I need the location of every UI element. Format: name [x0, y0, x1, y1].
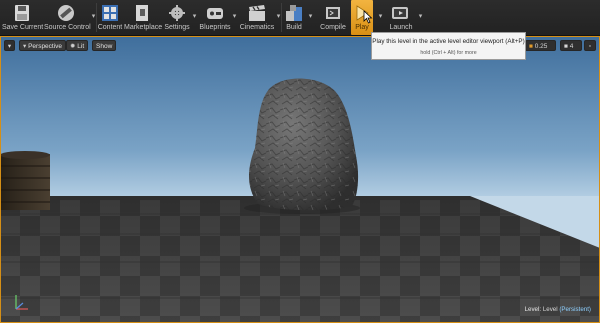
chevron-down-icon: ▾ — [7, 43, 12, 50]
maximize-icon: ▫ — [588, 43, 592, 50]
chevron-down-icon: ▾ — [418, 13, 423, 20]
rock-mesh — [244, 78, 360, 214]
viewport-options-button[interactable]: ▾ — [4, 40, 15, 51]
cinematics-label: Cinematics — [239, 24, 275, 31]
level-persistent: (Persistent) — [559, 306, 591, 313]
main-toolbar: Save Current Source Control ▾ Content Ma… — [0, 0, 600, 36]
level-viewport[interactable]: ▾ ▾ Perspective ✹ Lit Show ■ 0.25 ■ 4 ▫ … — [0, 36, 600, 323]
lit-label: Lit — [77, 43, 85, 50]
launch-dropdown[interactable]: ▾ — [416, 0, 424, 35]
unreal-editor-window: Save Current Source Control ▾ Content Ma… — [0, 0, 600, 323]
chevron-down-icon: ▾ — [192, 13, 197, 20]
source-control-label: Source Control — [44, 24, 91, 31]
settings-dropdown[interactable]: ▾ — [190, 0, 198, 35]
build-dropdown[interactable]: ▾ — [306, 0, 314, 35]
mouse-cursor-icon — [363, 10, 373, 24]
level-info: Level: Level (Persistent) — [525, 306, 591, 313]
launch-label: Launch — [389, 24, 413, 31]
compile-button[interactable]: Compile — [316, 0, 350, 35]
level-name: Level — [542, 306, 558, 313]
rotation-snap-button[interactable]: ■ 0.25 — [525, 40, 556, 51]
camera-speed-button[interactable]: ■ 4 — [560, 40, 582, 51]
axis-gizmo-icon — [15, 295, 28, 310]
launch-button[interactable]: Launch — [386, 0, 416, 35]
show-label: Show — [96, 43, 113, 50]
camera-speed-value: 4 — [569, 43, 574, 50]
play-label: Play — [355, 24, 369, 31]
source-control-button[interactable]: Source Control — [44, 0, 91, 35]
blueprints-button[interactable]: Blueprints — [199, 0, 231, 35]
marketplace-button[interactable]: Marketplace — [124, 0, 163, 35]
blueprints-icon — [205, 4, 225, 22]
perspective-button[interactable]: ▾ Perspective — [19, 40, 67, 51]
lit-view-mode-button[interactable]: ✹ Lit — [66, 40, 89, 51]
chevron-down-icon: ▾ — [378, 13, 383, 20]
save-current-label: Save Current — [2, 24, 44, 31]
content-browser-icon — [100, 4, 120, 22]
scene-render — [0, 78, 600, 323]
blueprints-label: Blueprints — [199, 24, 231, 31]
content-button[interactable]: Content — [97, 0, 123, 35]
maximize-viewport-button[interactable]: ▫ — [584, 40, 596, 51]
save-icon — [12, 4, 32, 22]
marketplace-icon — [132, 4, 152, 22]
stone-tower — [0, 151, 50, 210]
build-label: Build — [286, 24, 302, 31]
compile-label: Compile — [320, 24, 346, 31]
settings-icon — [167, 4, 187, 22]
launch-icon — [391, 4, 411, 22]
play-options-dropdown[interactable]: ▾ — [376, 0, 384, 35]
checker-floor — [0, 196, 600, 323]
chevron-down-icon: ▾ — [308, 13, 313, 20]
source-control-icon — [56, 4, 76, 22]
show-flags-button[interactable]: Show — [92, 40, 117, 51]
build-icon — [284, 4, 304, 22]
content-label: Content — [97, 24, 123, 31]
settings-label: Settings — [164, 24, 190, 31]
snap-value: 0.25 — [534, 43, 548, 50]
marketplace-label: Marketplace — [124, 24, 163, 31]
tooltip-hint: hold (Ctrl + Alt) for more — [420, 50, 477, 56]
chevron-down-icon: ▾ — [232, 13, 237, 20]
tooltip-title: Play this level in the active level edit… — [372, 38, 525, 45]
blueprints-dropdown[interactable]: ▾ — [230, 0, 238, 35]
settings-button[interactable]: Settings — [163, 0, 191, 35]
save-current-button[interactable]: Save Current — [2, 0, 44, 35]
cinematics-icon — [247, 4, 267, 22]
perspective-label: Perspective — [28, 43, 63, 50]
compile-icon — [323, 4, 343, 22]
level-prefix: Level: — [524, 306, 542, 313]
play-tooltip: Play this level in the active level edit… — [371, 32, 526, 60]
build-button[interactable]: Build — [282, 0, 306, 35]
cinematics-button[interactable]: Cinematics — [238, 0, 276, 35]
